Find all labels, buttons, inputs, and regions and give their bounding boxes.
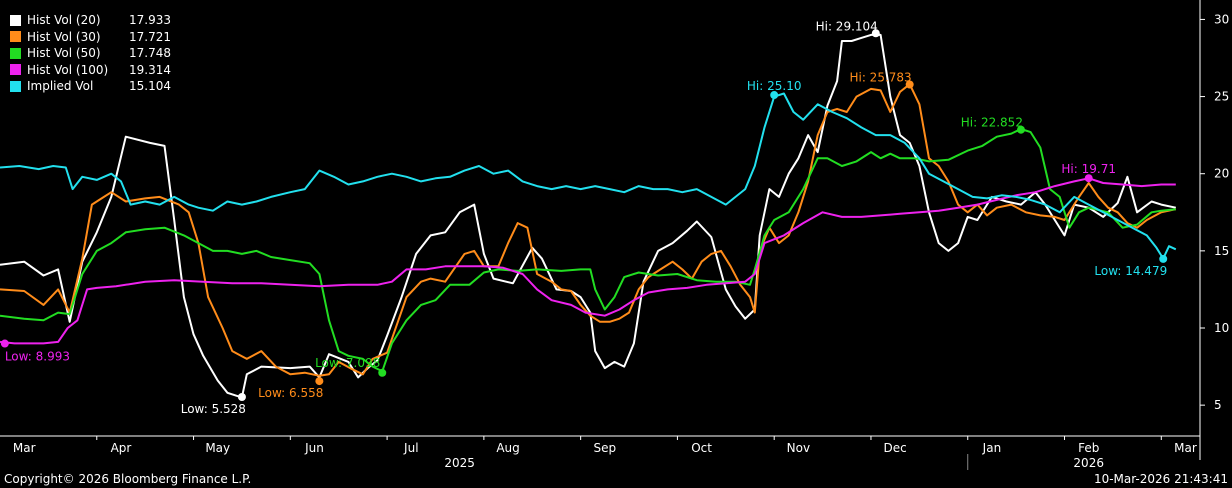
chart-legend: Hist Vol (20) 17.933 Hist Vol (30) 17.72… bbox=[8, 10, 177, 97]
extreme-label: Hi: 22.852 bbox=[961, 116, 1023, 130]
y-tick-label: 20 bbox=[1214, 167, 1229, 181]
year-label: 2026 bbox=[1073, 456, 1104, 470]
extreme-label: Hi: 25.783 bbox=[849, 70, 911, 84]
x-tick-label: Jan bbox=[982, 441, 1002, 455]
legend-item-hv20[interactable]: Hist Vol (20) 17.933 bbox=[10, 12, 171, 29]
x-tick-label: Mar bbox=[1174, 441, 1197, 455]
y-tick-label: 25 bbox=[1214, 90, 1229, 104]
legend-item-hv100[interactable]: Hist Vol (100) 19.314 bbox=[10, 62, 171, 79]
y-tick-label: 10 bbox=[1214, 321, 1229, 335]
series-line-2 bbox=[0, 128, 1176, 373]
legend-item-hv30[interactable]: Hist Vol (30) 17.721 bbox=[10, 29, 171, 46]
x-tick-label: Jun bbox=[304, 441, 324, 455]
x-tick-label: Oct bbox=[691, 441, 712, 455]
extreme-label: Low: 14.479 bbox=[1094, 264, 1167, 278]
timestamp-text: 10-Mar-2026 21:43:41 bbox=[1093, 472, 1228, 486]
legend-label: Hist Vol (30) bbox=[27, 29, 101, 44]
x-tick-label: Nov bbox=[787, 441, 810, 455]
extreme-label: Low: 8.993 bbox=[5, 350, 70, 364]
legend-label: Hist Vol (20) bbox=[27, 13, 101, 27]
extreme-label: Hi: 25.10 bbox=[747, 79, 802, 93]
legend-value: 17.933 bbox=[129, 13, 171, 27]
x-tick-label: Mar bbox=[13, 441, 36, 455]
x-tick-label: Dec bbox=[884, 441, 907, 455]
legend-swatch bbox=[10, 80, 21, 92]
x-tick-label: May bbox=[205, 441, 230, 455]
extreme-marker bbox=[315, 377, 324, 386]
legend-item-implied[interactable]: Implied Vol 15.104 bbox=[10, 78, 171, 95]
y-tick-label: 15 bbox=[1214, 244, 1229, 258]
legend-value: 15.104 bbox=[129, 79, 171, 93]
x-tick-label: Aug bbox=[496, 441, 519, 455]
extreme-label: Low: 7.098 bbox=[315, 356, 380, 370]
legend-value: 17.721 bbox=[129, 29, 171, 44]
legend-swatch bbox=[10, 14, 21, 26]
extreme-marker bbox=[237, 392, 246, 401]
legend-value: 17.748 bbox=[129, 46, 171, 60]
legend-swatch bbox=[10, 47, 21, 59]
year-label: 2025 bbox=[444, 456, 475, 470]
extreme-marker bbox=[0, 339, 9, 348]
x-tick-label: Sep bbox=[594, 441, 617, 455]
legend-item-hv50[interactable]: Hist Vol (50) 17.748 bbox=[10, 45, 171, 62]
legend-label: Hist Vol (50) bbox=[27, 46, 101, 60]
y-tick-label: 30 bbox=[1214, 12, 1229, 26]
extreme-label: Hi: 19.71 bbox=[1061, 162, 1116, 176]
extreme-label: Hi: 29.104 bbox=[816, 19, 878, 33]
extreme-label: Low: 6.558 bbox=[258, 386, 323, 400]
legend-swatch bbox=[10, 64, 21, 76]
extreme-label: Low: 5.528 bbox=[181, 402, 246, 416]
legend-value: 19.314 bbox=[129, 62, 171, 77]
legend-label: Hist Vol (100) bbox=[27, 62, 109, 77]
legend-label: Implied Vol bbox=[27, 79, 94, 93]
copyright-text: Copyright© 2026 Bloomberg Finance L.P. bbox=[4, 472, 252, 486]
extreme-marker bbox=[1159, 254, 1168, 263]
x-tick-label: Feb bbox=[1078, 441, 1099, 455]
volatility-chart: 51015202530Mar Apr May Jun Jul Aug Sep Oct Nov De… bbox=[0, 0, 1229, 470]
legend-swatch bbox=[10, 31, 21, 43]
extreme-marker bbox=[378, 368, 387, 377]
y-tick-label: 5 bbox=[1214, 398, 1222, 412]
x-tick-label: Jul bbox=[403, 441, 418, 455]
x-tick-label: Apr bbox=[111, 441, 132, 455]
